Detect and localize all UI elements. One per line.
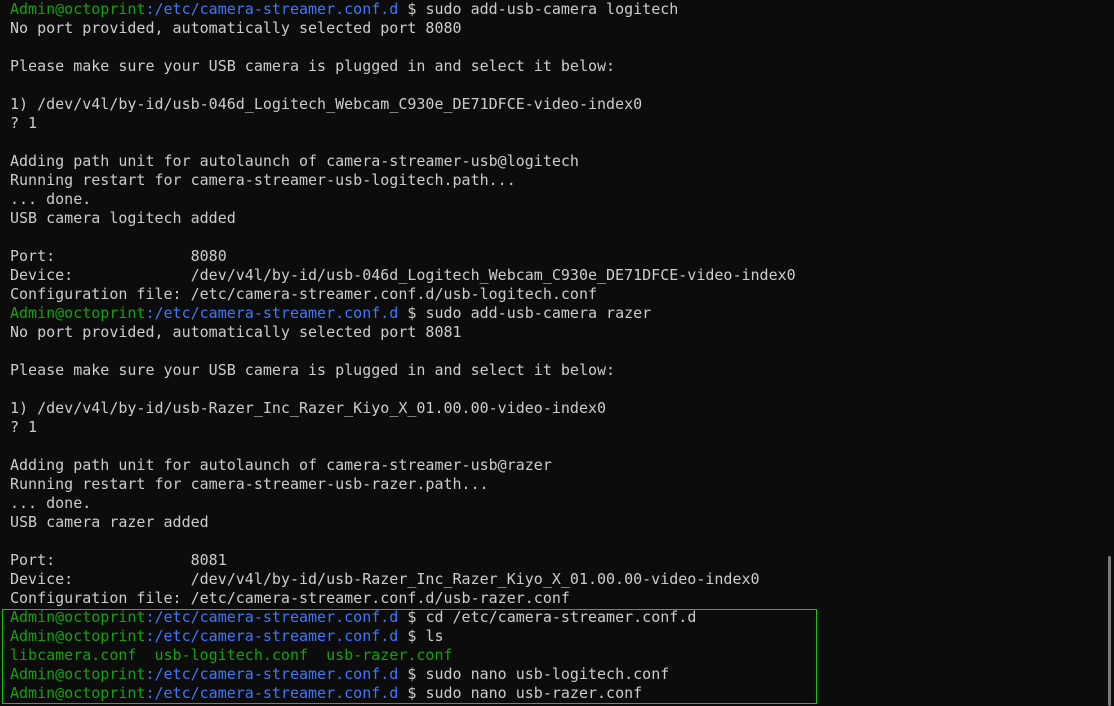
command-text: sudo add-usb-camera razer xyxy=(425,304,652,322)
prompt-line: Admin@octoprint:/etc/camera-streamer.con… xyxy=(10,608,1114,627)
file-list: libcamera.conf usb-logitech.conf usb-raz… xyxy=(10,646,1114,665)
prompt-symbol: $ xyxy=(398,665,426,683)
output-line: Running restart for camera-streamer-usb-… xyxy=(10,475,489,493)
output-line: No port provided, automatically selected… xyxy=(10,19,462,37)
prompt-user: Admin@octoprint xyxy=(10,0,146,18)
prompt-user: Admin@octoprint xyxy=(10,665,146,683)
prompt-path: :/etc/camera-streamer.conf.d xyxy=(145,304,399,322)
output-line: Please make sure your USB camera is plug… xyxy=(10,57,616,75)
file-entry: usb-razer.conf xyxy=(326,646,453,664)
output-line: ? 1 xyxy=(10,114,38,132)
output-line: USB camera razer added xyxy=(10,513,209,531)
prompt-symbol: $ xyxy=(398,0,426,18)
output-line: 1) /dev/v4l/by-id/usb-Razer_Inc_Razer_Ki… xyxy=(10,399,607,417)
prompt-line: Admin@octoprint:/etc/camera-streamer.con… xyxy=(10,627,1114,646)
output-line: Port: 8080 xyxy=(10,247,227,265)
output-line: Device: /dev/v4l/by-id/usb-046d_Logitech… xyxy=(10,266,796,284)
output-line: ? 1 xyxy=(10,418,38,436)
prompt-path: :/etc/camera-streamer.conf.d xyxy=(145,684,399,702)
scrollbar-thumb[interactable] xyxy=(1108,556,1111,706)
output-line: Port: 8081 xyxy=(10,551,227,569)
prompt-symbol: $ xyxy=(398,684,426,702)
output-line: Configuration file: /etc/camera-streamer… xyxy=(10,589,570,607)
prompt-path: :/etc/camera-streamer.conf.d xyxy=(145,627,399,645)
output-line: USB camera logitech added xyxy=(10,209,236,227)
prompt-symbol: $ xyxy=(398,608,426,626)
prompt-line: Admin@octoprint:/etc/camera-streamer.con… xyxy=(10,304,1114,323)
output-line: ... done. xyxy=(10,494,92,512)
terminal-output: Admin@octoprint:/etc/camera-streamer.con… xyxy=(10,0,1114,703)
prompt-line: Admin@octoprint:/etc/camera-streamer.con… xyxy=(10,684,1114,703)
output-line: ... done. xyxy=(10,190,92,208)
output-line: No port provided, automatically selected… xyxy=(10,323,462,341)
command-text: sudo nano usb-logitech.conf xyxy=(425,665,670,683)
prompt-path: :/etc/camera-streamer.conf.d xyxy=(145,0,399,18)
prompt-user: Admin@octoprint xyxy=(10,304,146,322)
command-text: cd /etc/camera-streamer.conf.d xyxy=(425,608,697,626)
prompt-user: Admin@octoprint xyxy=(10,608,146,626)
prompt-symbol: $ xyxy=(398,627,426,645)
file-entry: usb-logitech.conf xyxy=(154,646,309,664)
output-line: Configuration file: /etc/camera-streamer… xyxy=(10,285,597,303)
command-text: sudo add-usb-camera logitech xyxy=(425,0,679,18)
scrollbar[interactable] xyxy=(1104,0,1114,706)
output-line: 1) /dev/v4l/by-id/usb-046d_Logitech_Webc… xyxy=(10,95,643,113)
output-line: Running restart for camera-streamer-usb-… xyxy=(10,171,516,189)
prompt-path: :/etc/camera-streamer.conf.d xyxy=(145,608,399,626)
output-line: Adding path unit for autolaunch of camer… xyxy=(10,152,579,170)
prompt-line: Admin@octoprint:/etc/camera-streamer.con… xyxy=(10,665,1114,684)
terminal-window[interactable]: Admin@octoprint:/etc/camera-streamer.con… xyxy=(0,0,1114,706)
prompt-path: :/etc/camera-streamer.conf.d xyxy=(145,665,399,683)
output-line: Adding path unit for autolaunch of camer… xyxy=(10,456,552,474)
command-text: ls xyxy=(425,627,444,645)
output-line: Please make sure your USB camera is plug… xyxy=(10,361,616,379)
command-text: sudo nano usb-razer.conf xyxy=(425,684,643,702)
prompt-symbol: $ xyxy=(398,304,426,322)
prompt-line: Admin@octoprint:/etc/camera-streamer.con… xyxy=(10,0,1114,19)
prompt-user: Admin@octoprint xyxy=(10,627,146,645)
prompt-user: Admin@octoprint xyxy=(10,684,146,702)
file-entry: libcamera.conf xyxy=(10,646,137,664)
output-line: Device: /dev/v4l/by-id/usb-Razer_Inc_Raz… xyxy=(10,570,760,588)
